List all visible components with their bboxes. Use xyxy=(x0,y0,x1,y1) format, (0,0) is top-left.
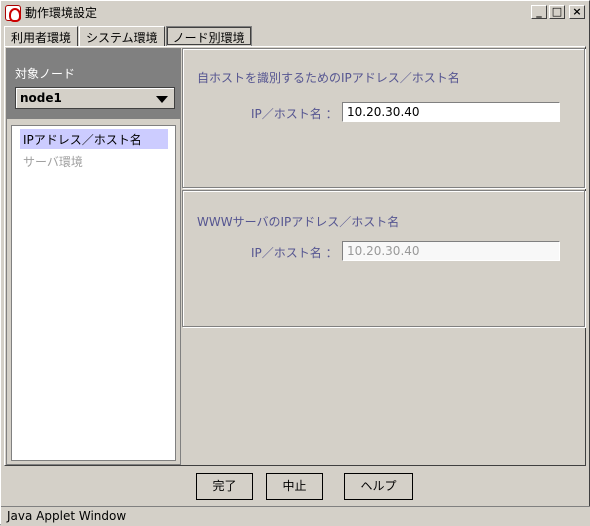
self-host-title: 自ホストを識別するためのIPアドレス／ホスト名 xyxy=(197,71,460,85)
www-server-title: WWWサーバのIPアドレス／ホスト名 xyxy=(197,215,400,229)
chevron-down-icon[interactable] xyxy=(156,96,168,103)
node-label: 対象ノード xyxy=(15,67,76,81)
nav-item-server-environment[interactable]: サーバ環境 xyxy=(20,151,168,171)
www-server-ip-input: 10.20.30.40 xyxy=(342,241,560,261)
www-server-field-label: IP／ホスト名 ： xyxy=(251,246,338,260)
self-host-field-label: IP／ホスト名 ： xyxy=(251,107,338,121)
close-button[interactable]: × xyxy=(569,5,585,19)
button-bar: 完了 中止 ヘルプ xyxy=(1,473,590,503)
self-host-ip-input[interactable]: 10.20.30.40 xyxy=(342,102,560,122)
title-bar[interactable]: 動作環境設定 _ □ × xyxy=(3,3,587,22)
node-select-value: node1 xyxy=(20,91,62,105)
nav-item-ip-hostname[interactable]: IPアドレス／ホスト名 xyxy=(20,129,168,149)
tab-bar: 利用者環境 システム環境 ノード別環境 xyxy=(4,26,253,46)
www-server-panel: WWWサーバのIPアドレス／ホスト名 IP／ホスト名 ： 10.20.30.40 xyxy=(182,190,585,327)
help-button[interactable]: ヘルプ xyxy=(344,473,413,500)
self-host-panel: 自ホストを識別するためのIPアドレス／ホスト名 IP／ホスト名 ： 10.20.… xyxy=(182,48,585,188)
tab-user-environment[interactable]: 利用者環境 xyxy=(4,26,79,46)
node-header: 対象ノード node1 xyxy=(7,49,180,119)
ok-button[interactable]: 完了 xyxy=(196,473,253,500)
node-select[interactable]: node1 xyxy=(15,87,175,109)
nav-list: IPアドレス／ホスト名 サーバ環境 xyxy=(11,125,176,461)
app-window: 動作環境設定 _ □ × 利用者環境 システム環境 ノード別環境 対象ノード n… xyxy=(0,0,590,526)
tab-node-environment[interactable]: ノード別環境 xyxy=(165,26,252,46)
settings-pane: 自ホストを識別するためのIPアドレス／ホスト名 IP／ホスト名 ： 10.20.… xyxy=(182,48,585,465)
app-icon xyxy=(5,4,21,22)
minimize-button[interactable]: _ xyxy=(531,5,547,19)
window-title: 動作環境設定 xyxy=(25,6,98,20)
tab-content: 対象ノード node1 IPアドレス／ホスト名 サーバ環境 自ホストを識別するた… xyxy=(4,46,586,466)
status-bar: Java Applet Window xyxy=(1,506,590,526)
sidebar: 対象ノード node1 IPアドレス／ホスト名 サーバ環境 xyxy=(6,48,181,465)
cancel-button[interactable]: 中止 xyxy=(266,473,323,500)
tab-system-environment[interactable]: システム環境 xyxy=(79,26,165,46)
maximize-button[interactable]: □ xyxy=(549,5,565,19)
window-controls: _ □ × xyxy=(531,5,585,19)
